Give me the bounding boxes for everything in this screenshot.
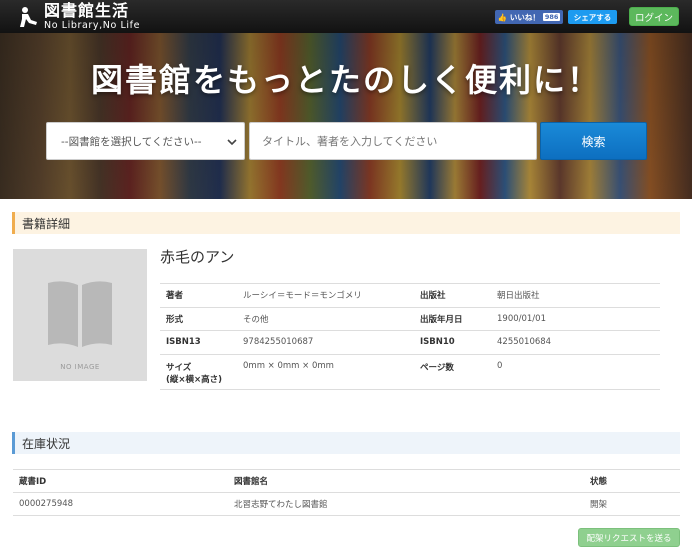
noimage-label: NO IMAGE (60, 363, 100, 371)
section-title-detail: 書籍詳細 (12, 212, 680, 234)
share-button[interactable]: シェアする (568, 10, 617, 24)
column-header: 蔵書ID (13, 469, 228, 493)
site-logo[interactable]: 図書館生活 No Library,No Life (18, 3, 140, 31)
table-row: ISBN13 9784255010687 ISBN10 4255010684 (160, 330, 660, 354)
table-header-row: 蔵書ID 図書館名 状態 (13, 469, 680, 493)
send-request-button[interactable]: 配架リクエストを送る (578, 528, 680, 547)
holding-id: 0000275948 (13, 492, 228, 516)
like-label: いいね！ (509, 12, 540, 22)
info-value: 0mm × 0mm × 0mm (237, 353, 414, 390)
logo-title: 図書館生活 (44, 1, 130, 21)
library-select-value: --図書館を選択してください-- (61, 135, 202, 148)
info-value: 0 (491, 353, 660, 390)
info-key: 出版年月日 (414, 306, 491, 331)
info-key: 形式 (160, 306, 237, 331)
info-key: ページ数 (414, 353, 491, 390)
table-row: 著者 ルーシイ＝モード＝モンゴメリ 出版社 朝日出版社 (160, 283, 660, 307)
book-title: 赤毛のアン (160, 248, 235, 266)
book-info-table: 著者 ルーシイ＝モード＝モンゴメリ 出版社 朝日出版社 形式 その他 出版年月日… (160, 283, 660, 390)
top-header: 図書館生活 No Library,No Life 👍 いいね！ 986 シェアす… (0, 0, 692, 33)
library-name: 北習志野てわたし図書館 (228, 492, 584, 516)
info-value: その他 (237, 306, 414, 331)
login-button[interactable]: ログイン (629, 7, 679, 26)
facebook-like-button[interactable]: 👍 いいね！ 986 (495, 10, 563, 24)
info-value: 1900/01/01 (491, 306, 660, 331)
info-value: 朝日出版社 (491, 283, 660, 307)
holding-status: 開架 (584, 492, 680, 516)
stock-table: 蔵書ID 図書館名 状態 0000275948 北習志野てわたし図書館 開架 (13, 469, 680, 516)
book-cover-placeholder: NO IMAGE (13, 249, 147, 381)
like-count: 986 (542, 13, 561, 21)
table-row: 0000275948 北習志野てわたし図書館 開架 (13, 492, 680, 516)
column-header: 図書館名 (228, 469, 584, 493)
info-value: 4255010684 (491, 330, 660, 354)
column-header: 状態 (584, 469, 680, 493)
chevron-down-icon (227, 139, 237, 146)
table-row: 形式 その他 出版年月日 1900/01/01 (160, 306, 660, 331)
info-value: ルーシイ＝モード＝モンゴメリ (237, 283, 414, 307)
hero-banner: 図書館をもっとたのしく便利に！ --図書館を選択してください-- 検索 (0, 33, 692, 199)
hero-title: 図書館をもっとたのしく便利に！ (90, 61, 601, 99)
info-key: サイズ (縦×横×高さ) (160, 353, 237, 390)
table-row: サイズ (縦×横×高さ) 0mm × 0mm × 0mm ページ数 0 (160, 353, 660, 390)
thumbs-up-icon: 👍 (497, 12, 507, 22)
search-input[interactable] (249, 122, 537, 160)
info-value: 9784255010687 (237, 330, 414, 354)
info-key: ISBN13 (160, 330, 237, 354)
search-button[interactable]: 検索 (540, 122, 647, 160)
info-key: 出版社 (414, 283, 491, 307)
logo-subtitle: No Library,No Life (44, 20, 141, 32)
section-title-stock: 在庫状況 (12, 432, 680, 454)
info-key: 著者 (160, 283, 237, 307)
open-book-icon (48, 281, 112, 347)
reading-person-icon (20, 7, 37, 27)
info-key: ISBN10 (414, 330, 491, 354)
library-select[interactable]: --図書館を選択してください-- (46, 122, 245, 160)
